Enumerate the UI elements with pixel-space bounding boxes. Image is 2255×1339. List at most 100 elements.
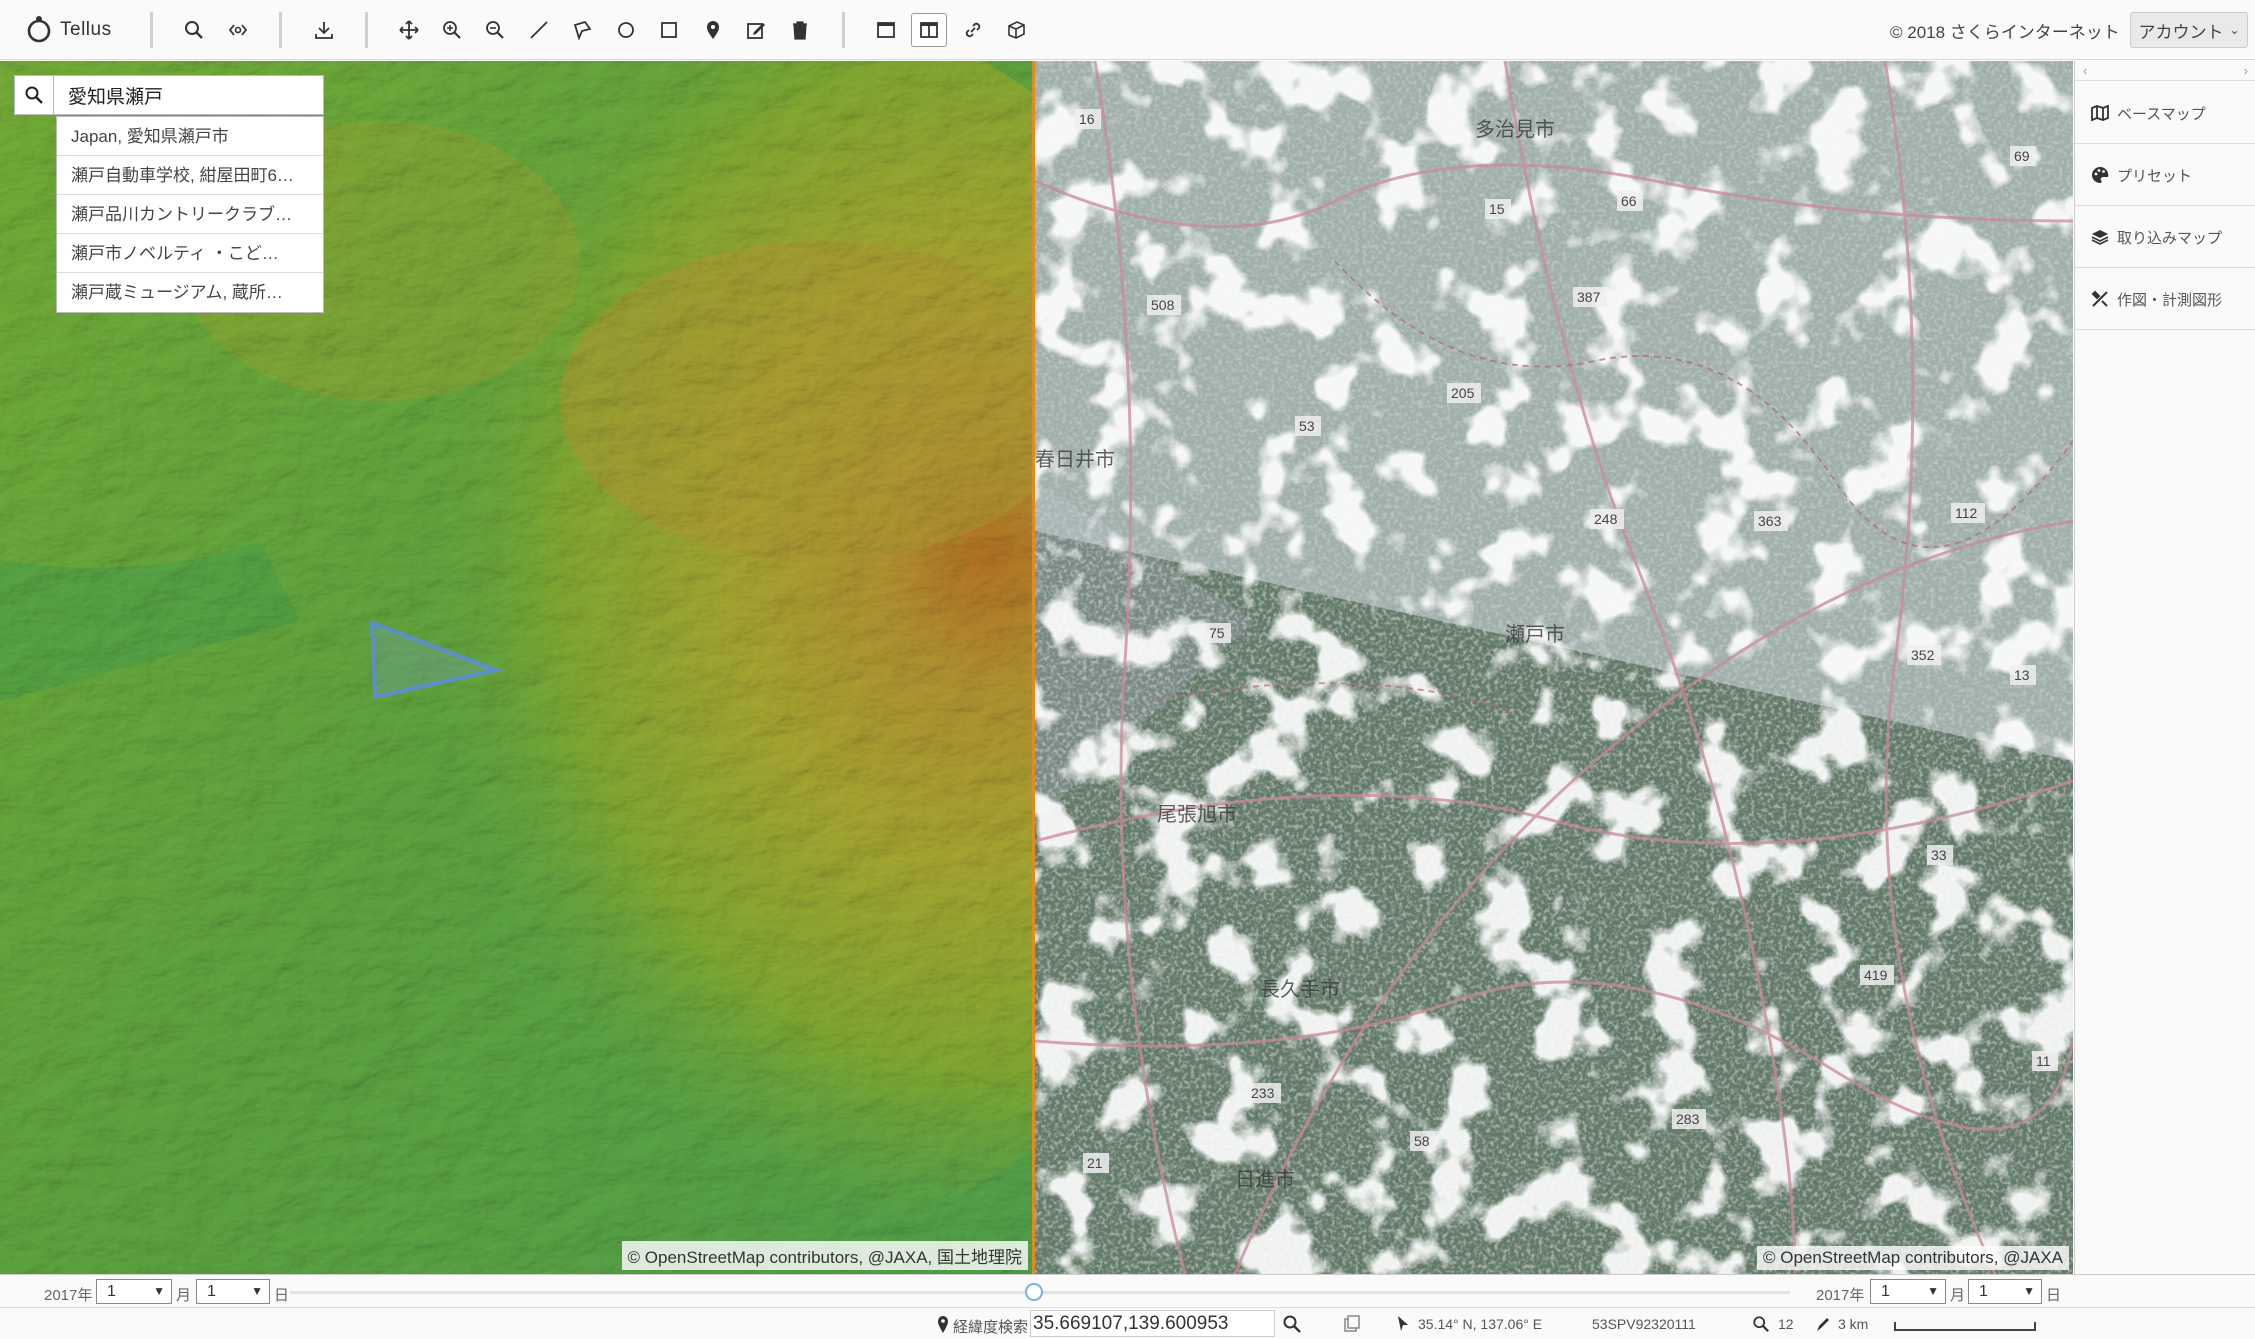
place-marker-button[interactable] [695,13,731,47]
scale-label: 3 km [1838,1316,1869,1332]
left-month-unit: 月 [176,1287,192,1304]
marker-icon [707,21,719,39]
route-shield: 508 [1147,295,1181,315]
left-year-label: 2017年 [44,1287,93,1304]
svg-text:283: 283 [1676,1111,1700,1127]
route-shield: 69 [2010,146,2036,166]
marker-icon [938,1316,948,1333]
right-day-select[interactable]: 1 ▼ [1968,1279,2042,1304]
toolbar-divider [842,12,845,48]
right-map-attribution: © OpenStreetMap contributors, @JAXA [1756,1246,2069,1270]
copyright-text: © 2018 さくらインターネット [1890,23,2120,42]
svg-text:21: 21 [1087,1155,1103,1171]
zoom-level-icon [1753,1316,1769,1332]
route-shield: 248 [1590,509,1624,529]
svg-text:15: 15 [1489,201,1505,217]
search-icon[interactable] [1282,1314,1302,1334]
ruler-pencil-icon [1817,1318,1829,1331]
route-shield: 75 [1205,623,1231,643]
svg-text:248: 248 [1594,511,1618,527]
dropdown-arrow-icon: ▼ [153,1284,165,1298]
zoom-in-button[interactable] [434,13,470,47]
sync-maps-button[interactable] [955,13,991,47]
download-icon [315,22,333,39]
layers-icon [2091,230,2109,245]
route-shield: 233 [1247,1083,1281,1103]
toolbar-divider [365,12,368,48]
zoom-out-button[interactable] [477,13,513,47]
top-toolbar: Tellus © 2018 さくらインターネット アカウント ⌄ [0,0,2255,60]
route-shield: 21 [1083,1153,1109,1173]
chevron-right-icon[interactable]: › [2244,63,2248,78]
draw-rectangle-button[interactable] [651,13,687,47]
panel-item-basemap[interactable]: ベースマップ [2075,83,2255,144]
map-city-label: 長久手市 [1260,978,1340,1001]
single-view-button[interactable] [868,13,904,47]
chevron-left-icon[interactable]: ‹ [2083,63,2087,78]
svg-text:419: 419 [1864,967,1888,983]
route-shield: 283 [1672,1109,1706,1129]
delete-icon [793,21,807,40]
left-day-select[interactable]: 1 ▼ [196,1279,270,1304]
left-month-select[interactable]: 1 ▼ [96,1279,172,1304]
app-logo[interactable]: Tellus [24,12,112,48]
panel-item-preset[interactable]: プリセット [2075,145,2255,206]
copy-icon[interactable] [1342,1314,1362,1334]
route-shield: 16 [1075,109,1101,129]
search-suggestions: Japan, 愛知県瀬戸市 瀬戸自動車学校, 紺屋田町6… 瀬戸品川カントリーク… [56,116,324,313]
right-month-unit: 月 [1950,1287,1966,1304]
right-month-value: 1 [1881,1283,1890,1300]
right-month-select[interactable]: 1 ▼ [1870,1279,1946,1304]
panel-item-label: プリセット [2117,167,2193,185]
3d-icon [1008,21,1025,39]
svg-text:16: 16 [1079,111,1095,127]
app-name: Tellus [60,19,112,40]
left-map-elevation[interactable]: Japan, 愛知県瀬戸市 瀬戸自動車学校, 紺屋田町6… 瀬戸品川カントリーク… [0,61,1035,1274]
search-button[interactable] [176,13,212,47]
zoom-out-icon [486,21,504,39]
map-city-label: 尾張旭市 [1157,803,1237,826]
right-year-label: 2017年 [1816,1287,1865,1304]
pan-button[interactable] [391,13,427,47]
route-shield: 205 [1447,383,1481,403]
tellus-logo-icon [27,16,51,43]
search-submit-button[interactable] [14,75,54,115]
route-shield: 387 [1573,287,1607,307]
split-view-button[interactable] [911,13,947,47]
suggestion-item[interactable]: 瀬戸市ノベルティ ・こど… [57,234,323,273]
suggestion-item[interactable]: 瀬戸品川カントリークラブ… [57,195,323,234]
coordinate-link-button[interactable] [220,13,256,47]
time-slider-handle[interactable] [1025,1283,1043,1301]
left-map-attribution: © OpenStreetMap contributors, @JAXA, 国土地… [621,1241,1028,1270]
map-city-label: 多治見市 [1475,118,1555,141]
draw-circle-button[interactable] [608,13,644,47]
delete-shape-button[interactable] [782,13,818,47]
time-slider-bar: 2017年 1 ▼ 月 1 ▼ 日 2017年 1 ▼ 月 1 ▼ 日 [0,1274,2255,1307]
suggestion-item[interactable]: 瀬戸蔵ミュージアム, 蔵所… [57,273,323,312]
draw-polygon-button[interactable] [564,13,600,47]
panel-item-drawn-shapes[interactable]: 作図・計測図形 [2075,269,2255,330]
route-shield: 363 [1754,511,1788,531]
line-icon [530,21,548,39]
right-map-satellite[interactable]: 尾張旭市 日進市 長久手市 瀬戸市 春日井市 多治見市 16 15 66 69 … [1035,61,2073,1274]
single-view-icon [877,22,895,38]
route-shield: 13 [2010,665,2036,685]
edit-shape-button[interactable] [738,13,774,47]
suggestion-item[interactable]: Japan, 愛知県瀬戸市 [57,117,323,156]
download-button[interactable] [306,13,342,47]
left-day-unit: 日 [274,1287,290,1304]
account-dropdown[interactable]: アカウント ⌄ [2130,12,2248,48]
rectangle-icon [661,22,677,38]
panel-collapse-bar[interactable]: ‹ › [2075,61,2255,81]
3d-view-button[interactable] [998,13,1034,47]
right-day-unit: 日 [2046,1287,2062,1304]
scale-bar [1894,1322,2036,1331]
svg-text:13: 13 [2014,667,2030,683]
search-input[interactable] [54,75,324,115]
suggestion-item[interactable]: 瀬戸自動車学校, 紺屋田町6… [57,156,323,195]
coord-search-input[interactable] [1030,1310,1275,1337]
dropdown-arrow-icon: ▼ [251,1284,263,1298]
panel-item-imported-maps[interactable]: 取り込みマップ [2075,207,2255,268]
svg-text:112: 112 [1955,505,1978,521]
draw-line-button[interactable] [521,13,557,47]
